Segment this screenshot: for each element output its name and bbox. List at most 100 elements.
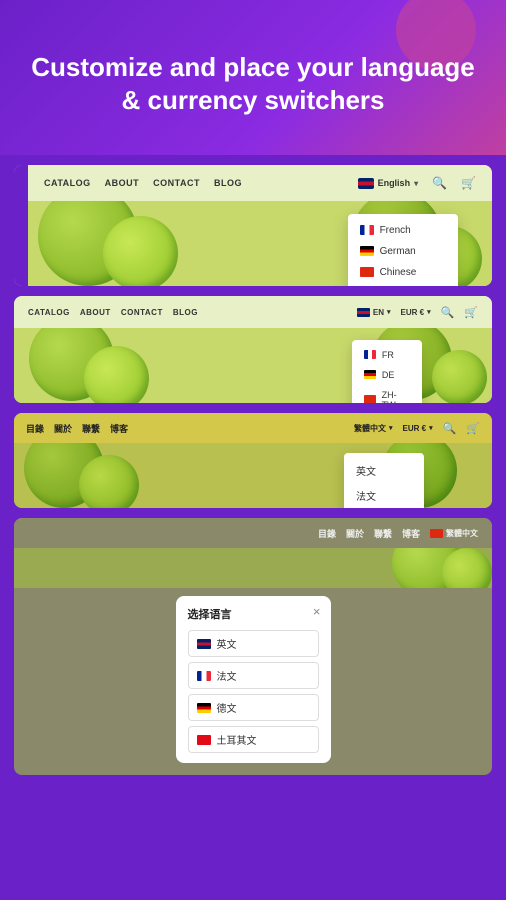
demo3-option-de[interactable]: 德文 [344,508,424,509]
demo-card-4: 目錄 關於 聯繫 博客 繁體中文 选择语言 × [14,518,492,775]
demo2-label-fr: FR [382,350,394,360]
demo4-modal-container: 选择语言 × 英文 法文 德文 [14,588,492,775]
demo3-nav-catalog[interactable]: 目錄 [26,422,44,435]
demo2-currency-label: EUR € [401,308,425,317]
demo2-option-de[interactable]: DE [352,365,422,385]
demo1-chevron-icon: ▾ [414,179,418,188]
demo3-navbar: 目錄 關於 聯繫 博客 繁體中文 ▾ 英文 法 [14,413,492,443]
hero-section: Customize and place your language & curr… [0,0,506,155]
demo4-nav-about[interactable]: 關於 [346,527,364,540]
demo1-lang-label: English [378,178,411,188]
demo1-nav-catalog[interactable]: CATALOG [44,178,91,188]
demo1-nav-about[interactable]: ABOUT [105,178,140,188]
demo3-lime-2 [79,455,139,508]
demo2-wrapper: CATALOG ABOUT CONTACT BLOG EN ▾ FR [14,296,492,403]
demo4-modal-title: 选择语言 [188,606,319,622]
demo1-label-german: German [380,246,416,257]
demo4-option-de[interactable]: 德文 [188,694,319,721]
purple-left-bar [14,165,28,286]
demo3-dropdown: 英文 法文 德文 土耳其文 [344,453,424,509]
demo4-option-tr[interactable]: 土耳其文 [188,726,319,753]
demo3-lang-button[interactable]: 繁體中文 ▾ [354,423,393,434]
demo3-cart-icon[interactable]: 🛒 [466,422,480,435]
demo2-option-fr[interactable]: FR [352,345,422,365]
demo1-lang-button[interactable]: English ▾ [358,178,419,189]
demo4-lime-2 [442,548,492,588]
demo4-flag-tr [197,735,211,745]
demo4-flag-uk [197,639,211,649]
demo4-nav-contact[interactable]: 聯繫 [374,527,392,540]
demo1-search-icon[interactable]: 🔍 [432,176,447,190]
demo1-option-german[interactable]: German [348,241,458,262]
demo4-label-de: 德文 [217,700,237,715]
demo1-label-chinese: Chinese [380,267,417,278]
demo2-navbar: CATALOG ABOUT CONTACT BLOG EN ▾ FR [14,296,492,328]
demo2-nav-about[interactable]: ABOUT [80,308,111,317]
demo-card-1: CATALOG ABOUT CONTACT BLOG English ▾ [14,165,492,286]
demo2-flag-fr [364,350,376,359]
demo1-lime-2 [103,216,178,286]
demo1-nav-blog[interactable]: BLOG [214,178,242,188]
demo2-nav-blog[interactable]: BLOG [173,308,198,317]
demo2-lang-label: EN [373,308,384,317]
demo2-lang-switcher[interactable]: EN ▾ FR DE [357,308,391,317]
demo3-lang-switcher[interactable]: 繁體中文 ▾ 英文 法文 德文 [354,423,393,434]
demo3-label-en: 英文 [356,463,376,478]
demo2-label-zh: ZH-TW [382,390,410,404]
demo4-flag-de [197,703,211,713]
demo4-wrapper: 目錄 關於 聯繫 博客 繁體中文 选择语言 × [14,518,492,775]
demo3-nav-contact[interactable]: 聯繫 [82,422,100,435]
demo4-label-en: 英文 [217,636,237,651]
demo1-dropdown: French German Chinese [348,214,458,287]
demo3-nav-blog[interactable]: 博客 [110,422,128,435]
demo3-chevron-icon: ▾ [389,424,393,432]
demo1-option-chinese[interactable]: Chinese [348,262,458,283]
demo2-cart-icon[interactable]: 🛒 [464,306,478,319]
demo4-nav-catalog[interactable]: 目錄 [318,527,336,540]
demo4-lang-switcher[interactable]: 繁體中文 [430,528,478,539]
demo4-navbar: 目錄 關於 聯繫 博客 繁體中文 [14,518,492,548]
demo3-option-en[interactable]: 英文 [344,458,424,483]
demo4-flag-fr [197,671,211,681]
demo2-chevron-icon: ▾ [387,308,391,316]
demo4-modal: 选择语言 × 英文 法文 德文 [176,596,331,763]
demo2-flag-de [364,370,376,379]
hero-title: Customize and place your language & curr… [24,51,482,116]
demo4-lang-label: 繁體中文 [446,528,478,539]
demo1-lang-switcher[interactable]: English ▾ French German [358,178,419,189]
demo2-search-icon[interactable]: 🔍 [441,306,455,319]
demo4-nav-blog[interactable]: 博客 [402,527,420,540]
demo3-search-icon[interactable]: 🔍 [443,422,457,435]
demo-card-2: CATALOG ABOUT CONTACT BLOG EN ▾ FR [14,296,492,403]
demo1-flag-de [360,246,374,256]
demo4-label-tr: 土耳其文 [217,732,257,747]
demo3-wrapper: 目錄 關於 聯繫 博客 繁體中文 ▾ 英文 法 [14,413,492,508]
demo2-option-zh[interactable]: ZH-TW [352,385,422,404]
demo2-lang-button[interactable]: EN ▾ [357,308,391,317]
demo1-option-french[interactable]: French [348,220,458,241]
demo3-nav-about[interactable]: 關於 [54,422,72,435]
demo1-option-turkish[interactable]: Turkish [348,283,458,287]
demo4-option-en[interactable]: 英文 [188,630,319,657]
demo2-uk-flag [357,308,370,317]
demo4-flag-tw [430,529,443,538]
demo2-dropdown: FR DE ZH-TW TR [352,340,422,404]
demo2-currency-switcher[interactable]: EUR € ▾ [401,308,431,317]
demo2-label-de: DE [382,370,395,380]
demo4-lime-area [14,548,492,588]
demo1-cart-icon[interactable]: 🛒 [461,176,476,190]
demo1-nav-contact[interactable]: CONTACT [153,178,200,188]
demo3-currency-chevron-icon: ▾ [429,424,433,432]
demo4-option-fr[interactable]: 法文 [188,662,319,689]
demo1-flag-fr [360,225,374,235]
demo4-label-fr: 法文 [217,668,237,683]
demos-container: CATALOG ABOUT CONTACT BLOG English ▾ [0,155,506,789]
demo3-currency-switcher[interactable]: EUR € ▾ [403,424,433,433]
demo2-lime-2 [84,346,149,403]
demo-card-3: 目錄 關於 聯繫 博客 繁體中文 ▾ 英文 法 [14,413,492,508]
demo1-uk-flag [358,178,374,189]
demo2-nav-contact[interactable]: CONTACT [121,308,163,317]
demo3-option-fr[interactable]: 法文 [344,483,424,508]
demo4-close-button[interactable]: × [313,604,321,619]
demo2-nav-catalog[interactable]: CATALOG [28,308,70,317]
